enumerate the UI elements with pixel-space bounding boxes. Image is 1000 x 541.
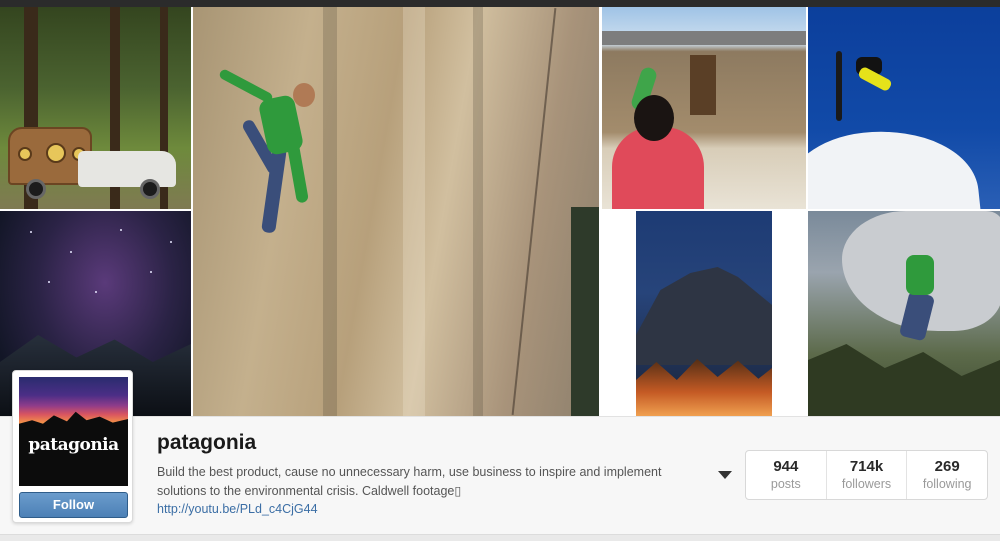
stat-count: 714k: [849, 458, 884, 475]
photo-village-parrot[interactable]: [602, 7, 806, 209]
profile-stats: 944 posts 714k followers 269 following: [745, 450, 988, 500]
photo-snowboarder[interactable]: [808, 7, 1000, 209]
profile-username: patagonia: [157, 431, 257, 454]
top-bar: [0, 0, 1000, 7]
caret-down-icon[interactable]: [718, 471, 732, 479]
stat-label: posts: [770, 477, 801, 491]
stat-label: following: [922, 477, 972, 491]
profile-bio: Build the best product, cause no unneces…: [157, 465, 662, 498]
avatar-card: patagonia Follow: [12, 370, 133, 523]
photo-el-capitan-night[interactable]: [602, 211, 806, 416]
follow-button[interactable]: Follow: [19, 492, 128, 518]
profile-link[interactable]: http://youtu.be/PLd_c4CjG44: [157, 502, 318, 516]
stat-posts[interactable]: 944 posts: [746, 451, 827, 499]
stat-count: 269: [934, 458, 960, 475]
photo-wall-climber[interactable]: [193, 7, 599, 416]
stat-count: 944: [773, 458, 799, 475]
stat-following[interactable]: 269 following: [907, 451, 987, 499]
photo-camper-truck[interactable]: [0, 7, 191, 209]
bottom-strip: [0, 534, 1000, 541]
photo-boulder-climber[interactable]: [808, 211, 1000, 416]
stat-label: followers: [841, 477, 892, 491]
stat-followers[interactable]: 714k followers: [827, 451, 908, 499]
photo-mosaic: [0, 7, 1000, 416]
logo-wordmark: patagonia: [28, 435, 119, 455]
avatar[interactable]: patagonia: [19, 377, 128, 486]
